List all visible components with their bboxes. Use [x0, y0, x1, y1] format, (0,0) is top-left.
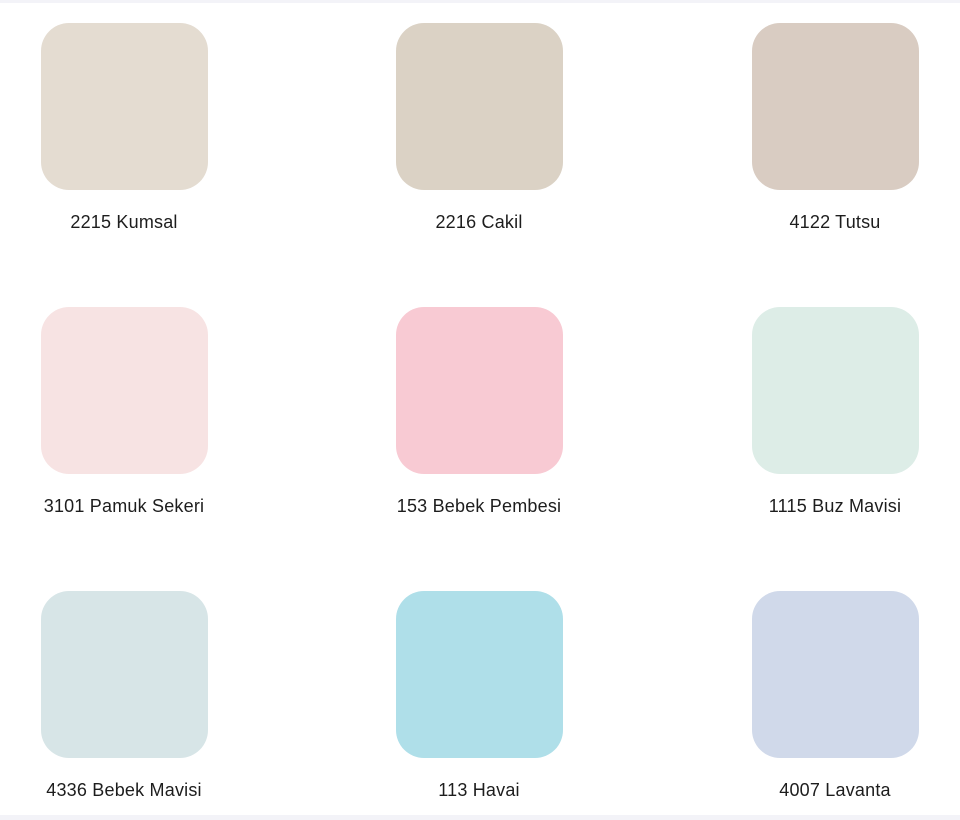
swatch-card-4336-bebek-mavisi[interactable]: 4336 Bebek Mavisi	[4, 571, 244, 811]
swatch-label: 4007 Lavanta	[779, 780, 891, 800]
color-swatch[interactable]	[751, 307, 919, 474]
swatch-card-3101-pamuk-sekeri[interactable]: 3101 Pamuk Sekeri	[4, 287, 244, 527]
swatch-card-4122-tutsu[interactable]: 4122 Tutsu	[715, 3, 955, 243]
swatch-card-153-bebek-pembesi[interactable]: 153 Bebek Pembesi	[359, 287, 599, 527]
color-swatch[interactable]	[395, 591, 563, 758]
color-swatch-grid: 2215 Kumsal 2216 Cakil 4122 Tutsu 3101 P…	[0, 3, 960, 815]
swatch-label: 3101 Pamuk Sekeri	[43, 496, 205, 516]
swatch-label: 4122 Tutsu	[789, 212, 881, 232]
swatch-card-2216-cakil[interactable]: 2216 Cakil	[359, 3, 599, 243]
swatch-label: 2215 Kumsal	[70, 212, 178, 232]
color-swatch[interactable]	[40, 23, 208, 190]
swatch-label: 113 Havai	[438, 780, 520, 800]
swatch-label: 153 Bebek Pembesi	[396, 496, 562, 516]
color-swatch[interactable]	[751, 591, 919, 758]
swatch-card-2215-kumsal[interactable]: 2215 Kumsal	[4, 3, 244, 243]
color-swatch[interactable]	[395, 23, 563, 190]
swatch-label: 2216 Cakil	[435, 212, 523, 232]
swatch-label: 1115 Buz Mavisi	[768, 496, 902, 516]
color-palette-panel: 2215 Kumsal 2216 Cakil 4122 Tutsu 3101 P…	[0, 3, 960, 815]
swatch-card-113-havai[interactable]: 113 Havai	[359, 571, 599, 811]
color-swatch[interactable]	[40, 591, 208, 758]
color-swatch[interactable]	[751, 23, 919, 190]
swatch-card-1115-buz-mavisi[interactable]: 1115 Buz Mavisi	[715, 287, 955, 527]
swatch-label: 4336 Bebek Mavisi	[46, 780, 202, 800]
color-swatch[interactable]	[395, 307, 563, 474]
color-swatch[interactable]	[40, 307, 208, 474]
swatch-card-4007-lavanta[interactable]: 4007 Lavanta	[715, 571, 955, 811]
